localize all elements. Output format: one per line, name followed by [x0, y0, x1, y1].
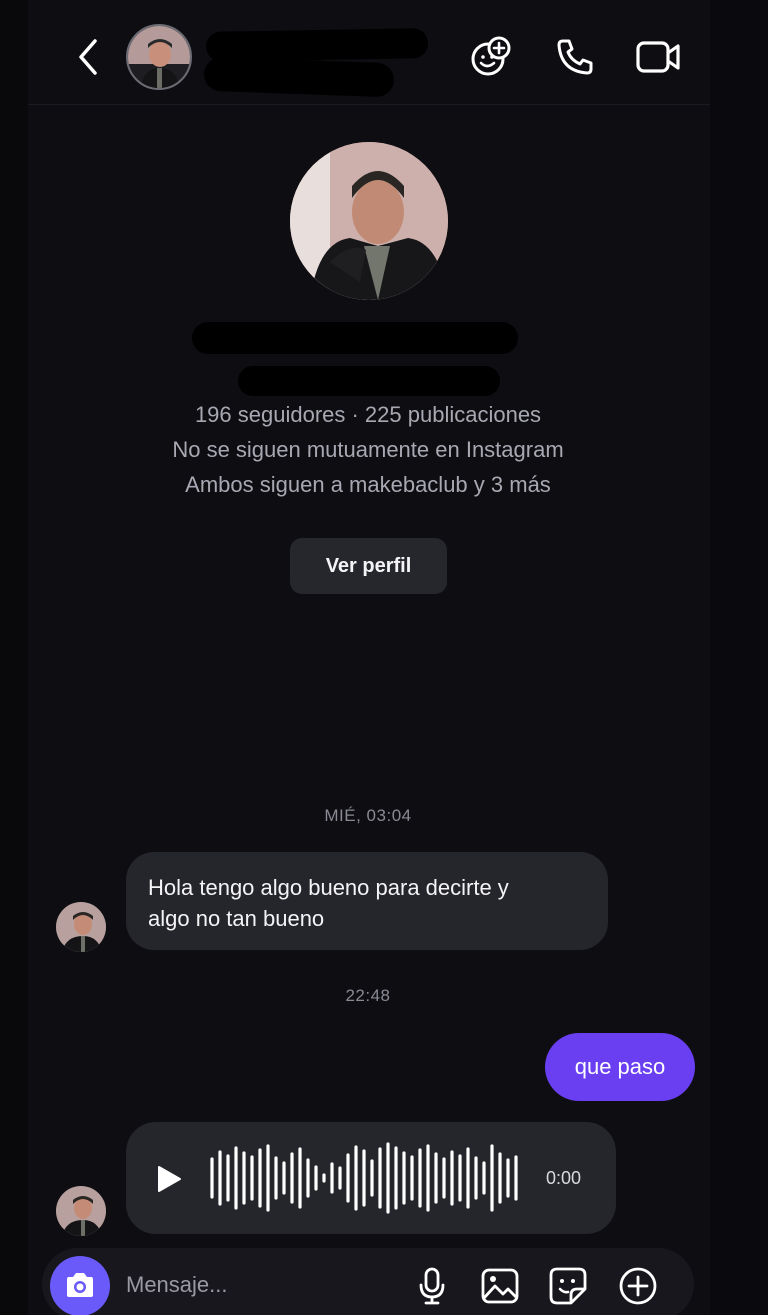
- incoming-message-bubble[interactable]: Hola tengo algo bueno para decirte y alg…: [126, 852, 608, 950]
- gallery-button[interactable]: [478, 1264, 522, 1308]
- emoji-add-icon: [471, 36, 511, 76]
- message-input[interactable]: [126, 1268, 386, 1302]
- view-profile-button[interactable]: Ver perfil: [290, 538, 447, 594]
- sender-avatar[interactable]: [56, 1186, 106, 1236]
- chat-header: e: [28, 0, 710, 105]
- camera-button[interactable]: [50, 1256, 110, 1315]
- phone-icon: [557, 39, 593, 75]
- sticker-button[interactable]: [546, 1264, 590, 1308]
- back-button[interactable]: [68, 34, 108, 80]
- video-call-button[interactable]: [634, 32, 684, 82]
- back-chevron-icon: [79, 39, 97, 75]
- profile-username-redacted: [238, 366, 500, 396]
- message-composer: [42, 1248, 694, 1315]
- incoming-message-line-2: algo no tan bueno: [148, 906, 325, 931]
- profile-photo[interactable]: [290, 142, 448, 300]
- voice-message-bubble: 0:00: [126, 1122, 616, 1234]
- sticker-icon: [549, 1267, 587, 1305]
- voice-record-button[interactable]: [410, 1264, 454, 1308]
- voice-duration: 0:00: [546, 1168, 582, 1188]
- video-call-icon: [636, 41, 680, 73]
- more-options-button[interactable]: [616, 1264, 660, 1308]
- contact-name-redacted: [205, 28, 429, 62]
- contact-avatar[interactable]: [126, 24, 192, 90]
- gallery-icon: [481, 1268, 519, 1304]
- voice-play-button[interactable]: [152, 1162, 186, 1196]
- sender-avatar[interactable]: [56, 902, 106, 952]
- contact-username-redacted: [203, 56, 395, 98]
- play-icon: [158, 1166, 181, 1192]
- outgoing-message-bubble[interactable]: que paso: [545, 1033, 695, 1101]
- message-timestamp: MIÉ, 03:04: [324, 806, 412, 825]
- profile-name-redacted: [192, 322, 518, 354]
- call-button[interactable]: [550, 32, 600, 82]
- incoming-message-line-1: Hola tengo algo bueno para decirte y: [148, 875, 509, 900]
- left-edge: [0, 0, 28, 1315]
- mutual-followers: Ambos siguen a makebaclub y 3 más: [185, 472, 551, 497]
- right-edge: [710, 0, 768, 1315]
- mutual-follow-status: No se siguen mutuamente en Instagram: [172, 437, 564, 462]
- voice-waveform[interactable]: [208, 1138, 520, 1218]
- add-circle-icon: [619, 1267, 657, 1305]
- message-timestamp: 22:48: [345, 986, 391, 1005]
- emoji-add-button[interactable]: [466, 32, 516, 82]
- microphone-icon: [419, 1267, 445, 1305]
- camera-icon: [67, 1273, 93, 1297]
- dm-thread-screen: e: [0, 0, 768, 1315]
- profile-stats: 196 seguidores · 225 publicaciones: [194, 402, 542, 427]
